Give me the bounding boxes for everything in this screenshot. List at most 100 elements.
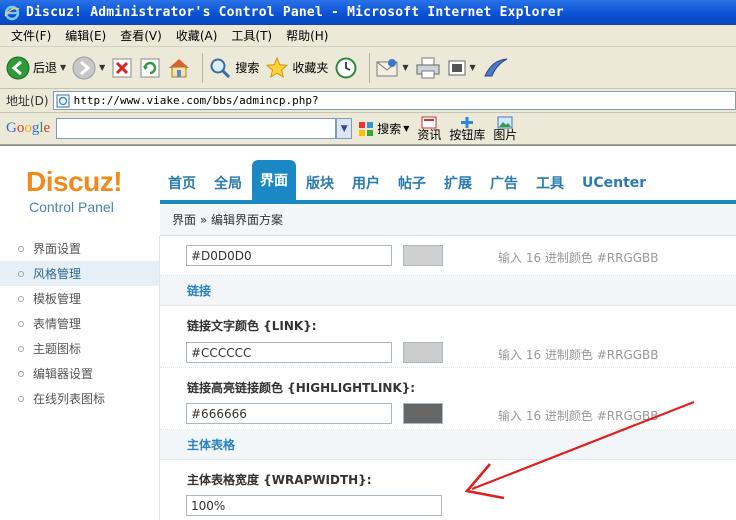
- favorites-button[interactable]: 收藏夹: [265, 56, 328, 80]
- toolbar-separator: [202, 52, 204, 83]
- google-buttons-gallery[interactable]: 按钮库: [449, 116, 485, 141]
- print-button[interactable]: [415, 56, 441, 80]
- search-label: 搜索: [235, 61, 260, 75]
- form-row: 主体表格宽度 {WRAPWIDTH}: 100%: [160, 460, 736, 520]
- color-swatch[interactable]: [403, 245, 443, 266]
- edit-page-icon: [448, 60, 466, 75]
- color-hint: 输入 16 进制颜色 #RRGGBB: [498, 348, 659, 362]
- menu-favorites[interactable]: 收藏(A): [169, 27, 225, 44]
- mail-button[interactable]: ▼: [375, 57, 409, 79]
- chevron-down-icon[interactable]: ▼: [99, 63, 105, 72]
- sidebar-item-smilies[interactable]: 表情管理: [0, 311, 159, 336]
- bullet-icon: [18, 345, 24, 352]
- chevron-down-icon[interactable]: ▼: [60, 63, 66, 72]
- edit-button[interactable]: ▼: [447, 58, 476, 78]
- color-hint: 输入 16 进制颜色 #RRGGBB: [498, 409, 659, 423]
- sidebar-item-style-management[interactable]: 风格管理: [0, 261, 159, 286]
- messenger-button[interactable]: [482, 56, 510, 80]
- link-color-label: 链接文字颜色 {LINK}:: [187, 319, 317, 333]
- sidebar-item-label: 模板管理: [33, 292, 82, 306]
- refresh-button[interactable]: [139, 57, 161, 79]
- sidebar-item-label: 编辑器设置: [33, 367, 94, 381]
- nav-tab-home[interactable]: 首页: [160, 166, 204, 200]
- form-row: #D0D0D0 输入 16 进制颜色 #RRGGBB: [160, 236, 736, 276]
- color-input[interactable]: #D0D0D0: [186, 245, 392, 266]
- chevron-down-icon[interactable]: ▼: [402, 63, 408, 72]
- forward-button[interactable]: ▼: [72, 56, 105, 80]
- google-search-input[interactable]: [56, 118, 337, 139]
- menu-tools[interactable]: 工具(T): [224, 27, 279, 44]
- sidebar-item-template-management[interactable]: 模板管理: [0, 286, 159, 311]
- nav-tab-posts[interactable]: 帖子: [390, 166, 434, 200]
- google-search-button[interactable]: 搜索 ▼: [358, 120, 409, 137]
- home-icon: [169, 58, 190, 77]
- highlight-link-input[interactable]: #666666: [186, 403, 392, 424]
- breadcrumb: 界面 » 编辑界面方案: [160, 204, 736, 236]
- nav-tab-forums[interactable]: 版块: [298, 166, 342, 200]
- discuz-logo[interactable]: Discuz!: [26, 166, 123, 198]
- messenger-icon: [483, 58, 507, 76]
- nav-tab-tools[interactable]: 工具: [528, 166, 572, 200]
- nav-tab-ucenter[interactable]: UCenter: [574, 166, 654, 200]
- link-color-input[interactable]: #CCCCCC: [186, 342, 392, 363]
- sidebar-item-online-list-icons[interactable]: 在线列表图标: [0, 386, 159, 411]
- chevron-down-icon[interactable]: ▼: [470, 63, 476, 72]
- menu-view[interactable]: 查看(V): [113, 27, 169, 44]
- google-images-button[interactable]: 图片: [493, 116, 517, 141]
- google-toolbar: Google ▼ 搜索 ▼ 资讯 按钮库 图片: [0, 113, 736, 145]
- address-bar: 地址(D) http://www.viake.com/bbs/admincp.p…: [0, 89, 736, 113]
- address-input[interactable]: http://www.viake.com/bbs/admincp.php?: [52, 91, 736, 110]
- nav-tab-global[interactable]: 全局: [206, 166, 250, 200]
- bullet-icon: [18, 270, 24, 277]
- mail-icon: [376, 58, 398, 76]
- nav-tab-interface[interactable]: 界面: [252, 160, 296, 200]
- favorites-label: 收藏夹: [292, 61, 329, 75]
- stop-button[interactable]: [111, 57, 133, 79]
- chevron-down-icon[interactable]: ▼: [403, 124, 409, 133]
- sidebar: 界面设置 风格管理 模板管理 表情管理 主题图标 编辑器设置 在线列表图标: [0, 236, 160, 520]
- google-search-label: 搜索: [377, 122, 402, 136]
- google-news-label: 资讯: [417, 128, 442, 142]
- window-titlebar: Discuz! Administrator's Control Panel - …: [0, 0, 736, 25]
- menu-help[interactable]: 帮助(H): [279, 27, 335, 44]
- menu-bar: 文件(F) 编辑(E) 查看(V) 收藏(A) 工具(T) 帮助(H): [0, 25, 736, 47]
- form-row: 链接高亮链接颜色 {HIGHLIGHTLINK}: #666666 输入 16 …: [160, 368, 736, 430]
- refresh-icon: [140, 58, 160, 77]
- back-button[interactable]: 后退 ▼: [6, 56, 66, 80]
- history-button[interactable]: [334, 56, 358, 80]
- nav-tab-ads[interactable]: 广告: [482, 166, 526, 200]
- highlight-link-swatch[interactable]: [403, 403, 443, 424]
- page-viewport: Discuz! Control Panel 首页 全局 界面 版块 用户 帖子 …: [0, 145, 736, 520]
- sidebar-item-label: 风格管理: [33, 267, 82, 281]
- sidebar-item-editor-settings[interactable]: 编辑器设置: [0, 361, 159, 386]
- form-row: 链接文字颜色 {LINK}: #CCCCCC 输入 16 进制颜色 #RRGGB…: [160, 306, 736, 368]
- section-header-main-table: 主体表格: [160, 430, 736, 460]
- google-color-icon: [359, 121, 374, 136]
- back-arrow-icon: [6, 56, 30, 79]
- printer-icon: [416, 57, 440, 78]
- bullet-icon: [18, 370, 24, 377]
- home-button[interactable]: [167, 57, 191, 79]
- menu-file[interactable]: 文件(F): [4, 27, 58, 44]
- google-search-dropdown[interactable]: ▼: [336, 118, 353, 139]
- nav-tab-extensions[interactable]: 扩展: [436, 166, 480, 200]
- google-images-label: 图片: [493, 128, 518, 142]
- menu-edit[interactable]: 编辑(E): [58, 27, 113, 44]
- forward-arrow-icon: [72, 56, 96, 79]
- sidebar-item-label: 界面设置: [33, 242, 82, 256]
- google-news-button[interactable]: 资讯: [417, 116, 441, 141]
- sidebar-item-interface-settings[interactable]: 界面设置: [0, 236, 159, 261]
- bullet-icon: [18, 245, 24, 252]
- bullet-icon: [18, 320, 24, 327]
- link-color-swatch[interactable]: [403, 342, 443, 363]
- window-title: Discuz! Administrator's Control Panel - …: [26, 5, 564, 20]
- address-label: 地址(D): [6, 94, 49, 108]
- wrap-width-input[interactable]: 100%: [186, 495, 442, 516]
- sidebar-item-thread-icons[interactable]: 主题图标: [0, 336, 159, 361]
- nav-tab-users[interactable]: 用户: [344, 166, 388, 200]
- search-button[interactable]: 搜索: [208, 56, 259, 80]
- search-icon: [210, 58, 231, 78]
- color-hint: 输入 16 进制颜色 #RRGGBB: [498, 251, 659, 265]
- bullet-icon: [18, 395, 24, 402]
- address-url: http://www.viake.com/bbs/admincp.php?: [73, 94, 319, 107]
